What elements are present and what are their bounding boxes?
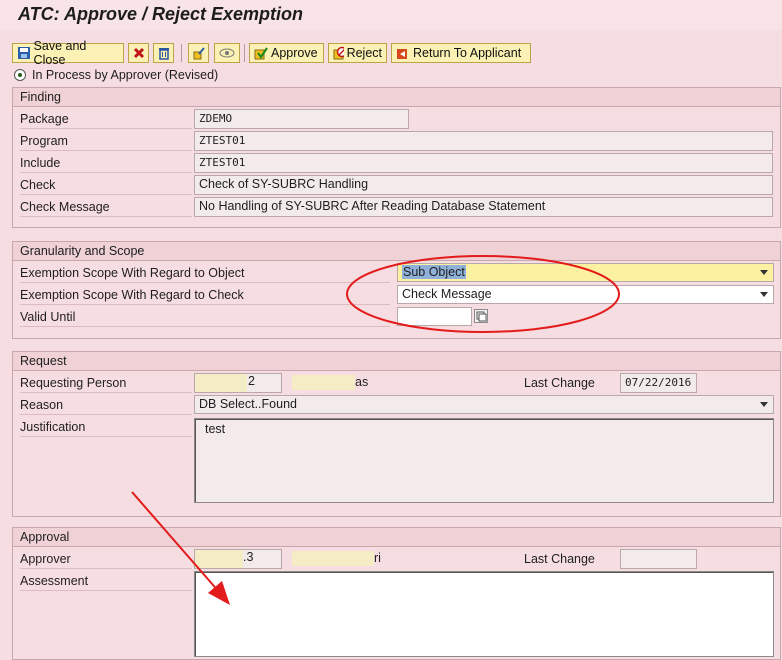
- status-line: In Process by Approver (Revised): [14, 68, 218, 82]
- reason-value: DB Select..Found: [199, 397, 297, 411]
- include-field[interactable]: ZTEST01: [194, 153, 773, 173]
- trash-icon: [158, 48, 169, 60]
- redacted-block: [195, 374, 247, 392]
- toolbar-separator: [181, 44, 182, 62]
- reason-select[interactable]: DB Select..Found: [194, 395, 774, 414]
- reason-label: Reason: [20, 396, 192, 415]
- approve-icon: [254, 47, 268, 60]
- check-label: Check: [20, 176, 192, 195]
- reject-icon: [333, 46, 344, 60]
- approver-name-tail: ri: [374, 551, 381, 565]
- chevron-down-icon[interactable]: [760, 402, 768, 407]
- edit-button[interactable]: [188, 43, 209, 63]
- request-last-change-field[interactable]: 07/22/2016: [620, 373, 697, 393]
- page-title: ATC: Approve / Reject Exemption: [0, 0, 782, 30]
- approval-last-change-field[interactable]: [620, 549, 697, 569]
- annotation-ellipse: [346, 255, 620, 333]
- package-field[interactable]: ZDEMO: [194, 109, 409, 129]
- cancel-button[interactable]: [128, 43, 149, 63]
- status-text: In Process by Approver (Revised): [32, 68, 219, 82]
- reject-label: Reject: [346, 46, 382, 60]
- status-radio-icon: [14, 69, 26, 81]
- redacted-block: [292, 375, 355, 390]
- program-field[interactable]: ZTEST01: [194, 131, 773, 151]
- justification-label: Justification: [20, 418, 192, 437]
- close-icon: [133, 47, 144, 59]
- approval-last-change-label: Last Change: [524, 552, 595, 566]
- display-button[interactable]: [214, 43, 240, 63]
- check-message-field[interactable]: No Handling of SY-SUBRC After Reading Da…: [194, 197, 773, 217]
- redacted-block: [292, 551, 374, 566]
- check-message-label: Check Message: [20, 198, 192, 217]
- approve-button[interactable]: Approve: [249, 43, 324, 63]
- valid-until-label: Valid Until: [20, 308, 390, 327]
- section-heading: Request: [13, 352, 780, 371]
- delete-button[interactable]: [153, 43, 174, 63]
- toolbar-separator: [244, 44, 245, 62]
- check-field[interactable]: Check of SY-SUBRC Handling: [194, 175, 773, 195]
- approver-id-tail: .3: [243, 550, 254, 564]
- save-icon: [18, 47, 30, 59]
- reject-button[interactable]: Reject: [328, 43, 387, 63]
- annotation-arrow: [131, 491, 230, 605]
- check-scope-label: Exemption Scope With Regard to Check: [20, 286, 390, 305]
- approver-name: ri: [292, 551, 381, 566]
- program-label: Program: [20, 132, 192, 151]
- return-icon: [397, 49, 407, 59]
- requesting-person-label: Requesting Person: [20, 374, 192, 393]
- requesting-person-id-field[interactable]: 2: [194, 373, 282, 393]
- include-label: Include: [20, 154, 192, 173]
- requesting-person-id-tail: 2: [248, 374, 255, 388]
- return-to-applicant-label: Return To Applicant: [413, 46, 522, 60]
- object-scope-label: Exemption Scope With Regard to Object: [20, 264, 390, 283]
- assessment-textarea[interactable]: [194, 571, 774, 657]
- requesting-person-name: as: [292, 375, 368, 390]
- chevron-down-icon[interactable]: [760, 270, 768, 275]
- chevron-down-icon[interactable]: [760, 292, 768, 297]
- package-label: Package: [20, 110, 192, 129]
- justification-textarea[interactable]: test: [194, 418, 774, 503]
- eye-icon: [219, 48, 235, 58]
- approve-label: Approve: [271, 46, 318, 60]
- save-and-close-label: Save and Close: [33, 39, 87, 67]
- pencil-icon: [193, 47, 205, 60]
- section-heading: Finding: [13, 88, 780, 107]
- save-and-close-button[interactable]: Save and Close: [12, 39, 124, 67]
- requesting-person-name-tail: as: [355, 375, 369, 389]
- request-last-change-label: Last Change: [524, 376, 595, 390]
- return-to-applicant-button[interactable]: Return To Applicant: [391, 43, 531, 63]
